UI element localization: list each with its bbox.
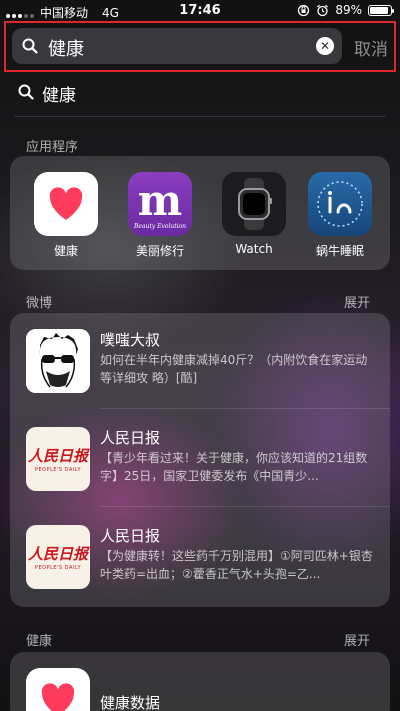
avatar: 人民日报 PEOPLE'S DAILY bbox=[26, 427, 90, 491]
post-text: 如何在半年内健康减掉40斤？（内附饮食在家运动等详细攻 略）[酷] bbox=[100, 353, 368, 385]
health-app-icon bbox=[26, 668, 90, 711]
heart-icon bbox=[41, 683, 75, 711]
app-label: Watch bbox=[235, 242, 273, 256]
app-health[interactable]: 健康 bbox=[30, 172, 102, 259]
post-author: 噗嗤大叔 bbox=[100, 331, 161, 349]
cartoon-man-avatar bbox=[26, 329, 90, 393]
avatar: 人民日报 PEOPLE'S DAILY bbox=[26, 525, 90, 589]
rmrb-logo-en: PEOPLE'S DAILY bbox=[34, 467, 82, 473]
app-label: 蜗牛睡眠 bbox=[315, 244, 364, 258]
clear-search-button[interactable]: ✕ bbox=[316, 37, 334, 55]
battery-fill bbox=[370, 6, 388, 14]
divider bbox=[100, 408, 390, 409]
list-item[interactable]: 噗嗤大叔 如何在半年内健康减掉40斤？（内附饮食在家运动等详细攻 略）[酷] bbox=[10, 313, 390, 409]
search-query: 健康 bbox=[48, 39, 84, 60]
divider bbox=[14, 116, 386, 117]
search-icon bbox=[22, 38, 38, 54]
apps-card: 健康 m Beauty Evolution 美丽修行 Watch 蜗牛睡眠 bbox=[10, 156, 390, 270]
suggestion-text: 健康 bbox=[42, 86, 76, 106]
logo-tagline: Beauty Evolution bbox=[133, 223, 187, 230]
health-expand-button[interactable]: 展开 bbox=[344, 630, 370, 649]
search-icon bbox=[18, 84, 34, 100]
app-label: 美丽修行 bbox=[135, 244, 184, 258]
app-watch[interactable]: Watch bbox=[218, 172, 290, 256]
snail-glyph bbox=[317, 181, 363, 227]
rmrb-logo: 人民日报 bbox=[27, 545, 88, 563]
avatar bbox=[26, 329, 90, 393]
battery-percentage: 89% bbox=[335, 3, 362, 17]
orientation-lock-icon bbox=[298, 4, 310, 16]
search-highlight-box: 健康 ✕ 取消 bbox=[4, 21, 396, 72]
battery-icon bbox=[368, 4, 394, 16]
list-item[interactable]: 人民日报 PEOPLE'S DAILY 人民日报 【青少年看过来！关于健康，你应… bbox=[10, 411, 390, 507]
cancel-button[interactable]: 取消 bbox=[354, 35, 388, 60]
section-title-health: 健康 bbox=[26, 634, 53, 649]
heart-icon bbox=[49, 187, 83, 220]
health-app-icon bbox=[34, 172, 98, 236]
weibo-expand-button[interactable]: 展开 bbox=[344, 292, 370, 311]
section-title-weibo: 微博 bbox=[26, 296, 53, 311]
search-suggestion[interactable]: 健康 bbox=[14, 80, 384, 106]
post-text: 【青少年看过来！关于健康，你应该知道的21组数字】25日，国家卫健委发布《中国青… bbox=[100, 451, 368, 483]
logo-letter: m bbox=[137, 176, 183, 225]
app-label: 健康 bbox=[53, 244, 78, 258]
search-input[interactable]: 健康 ✕ bbox=[12, 28, 342, 64]
post-text: 【为健康转！这些药千万别混用】①阿司匹林+银杏叶类药=出血；②藿香正气水+头孢=… bbox=[100, 549, 373, 581]
rmrb-logo: 人民日报 bbox=[27, 447, 88, 465]
m-logo-icon: m Beauty Evolution bbox=[128, 172, 192, 236]
rmrb-logo-en: PEOPLE'S DAILY bbox=[34, 565, 82, 571]
app-snail-sleep[interactable]: 蜗牛睡眠 bbox=[304, 172, 376, 259]
alarm-icon bbox=[317, 4, 329, 16]
health-data-title: 健康数据 bbox=[100, 694, 161, 711]
snail-sleep-icon bbox=[308, 172, 372, 236]
list-item[interactable]: 人民日报 PEOPLE'S DAILY 人民日报 【为健康转！这些药千万别混用】… bbox=[10, 509, 390, 605]
weibo-card: 噗嗤大叔 如何在半年内健康减掉40斤？（内附饮食在家运动等详细攻 略）[酷] 人… bbox=[10, 313, 390, 607]
divider bbox=[100, 506, 390, 507]
post-author: 人民日报 bbox=[100, 527, 161, 545]
apple-watch-icon bbox=[222, 172, 286, 236]
post-author: 人民日报 bbox=[100, 429, 161, 447]
status-bar: 中国移动 4G 17:46 89% bbox=[0, 0, 400, 22]
section-title-apps: 应用程序 bbox=[26, 140, 79, 155]
health-card[interactable]: 健康数据 bbox=[10, 652, 390, 711]
app-beauty-evolution[interactable]: m Beauty Evolution 美丽修行 bbox=[124, 172, 196, 259]
watch-glyph bbox=[238, 178, 272, 230]
